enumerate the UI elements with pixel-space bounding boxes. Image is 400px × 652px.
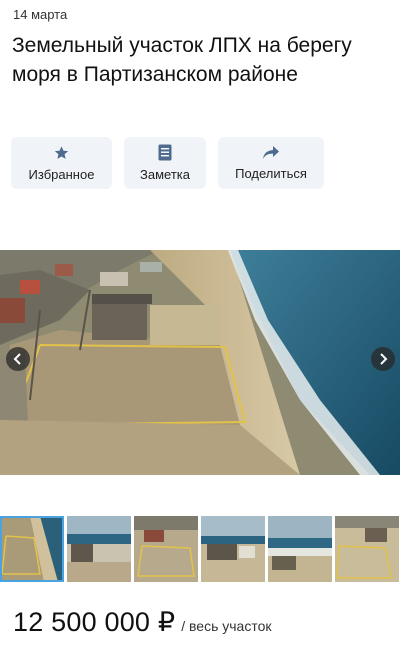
main-photo[interactable] bbox=[0, 250, 400, 475]
listing-title: Земельный участок ЛПХ на берегу моря в П… bbox=[12, 34, 352, 86]
favorite-button[interactable]: Избранное bbox=[11, 137, 112, 189]
action-bar: Избранное Заметка Поделиться bbox=[11, 137, 324, 189]
chevron-right-icon bbox=[380, 353, 388, 365]
note-label: Заметка bbox=[140, 167, 190, 182]
thumbnail[interactable] bbox=[335, 516, 399, 582]
thumbnail-strip bbox=[0, 516, 400, 582]
thumbnail[interactable] bbox=[268, 516, 332, 582]
share-label: Поделиться bbox=[235, 166, 307, 181]
chevron-left-icon bbox=[13, 353, 21, 365]
note-button[interactable]: Заметка bbox=[124, 137, 206, 189]
next-photo-button[interactable] bbox=[371, 347, 395, 371]
thumbnail[interactable] bbox=[134, 516, 198, 582]
price: 12 500 000 ₽ bbox=[13, 607, 176, 637]
thumbnail[interactable] bbox=[67, 516, 131, 582]
note-icon bbox=[158, 144, 172, 161]
prev-photo-button[interactable] bbox=[6, 347, 30, 371]
thumbnail[interactable] bbox=[0, 516, 64, 582]
listing-date: 14 марта bbox=[13, 7, 68, 22]
thumbnail[interactable] bbox=[201, 516, 265, 582]
star-icon bbox=[54, 145, 69, 159]
price-row: 12 500 000 ₽ / весь участок bbox=[13, 607, 272, 638]
share-icon bbox=[263, 146, 279, 159]
favorite-label: Избранное bbox=[28, 166, 95, 182]
share-button[interactable]: Поделиться bbox=[218, 137, 324, 189]
price-unit: / весь участок bbox=[181, 618, 272, 634]
